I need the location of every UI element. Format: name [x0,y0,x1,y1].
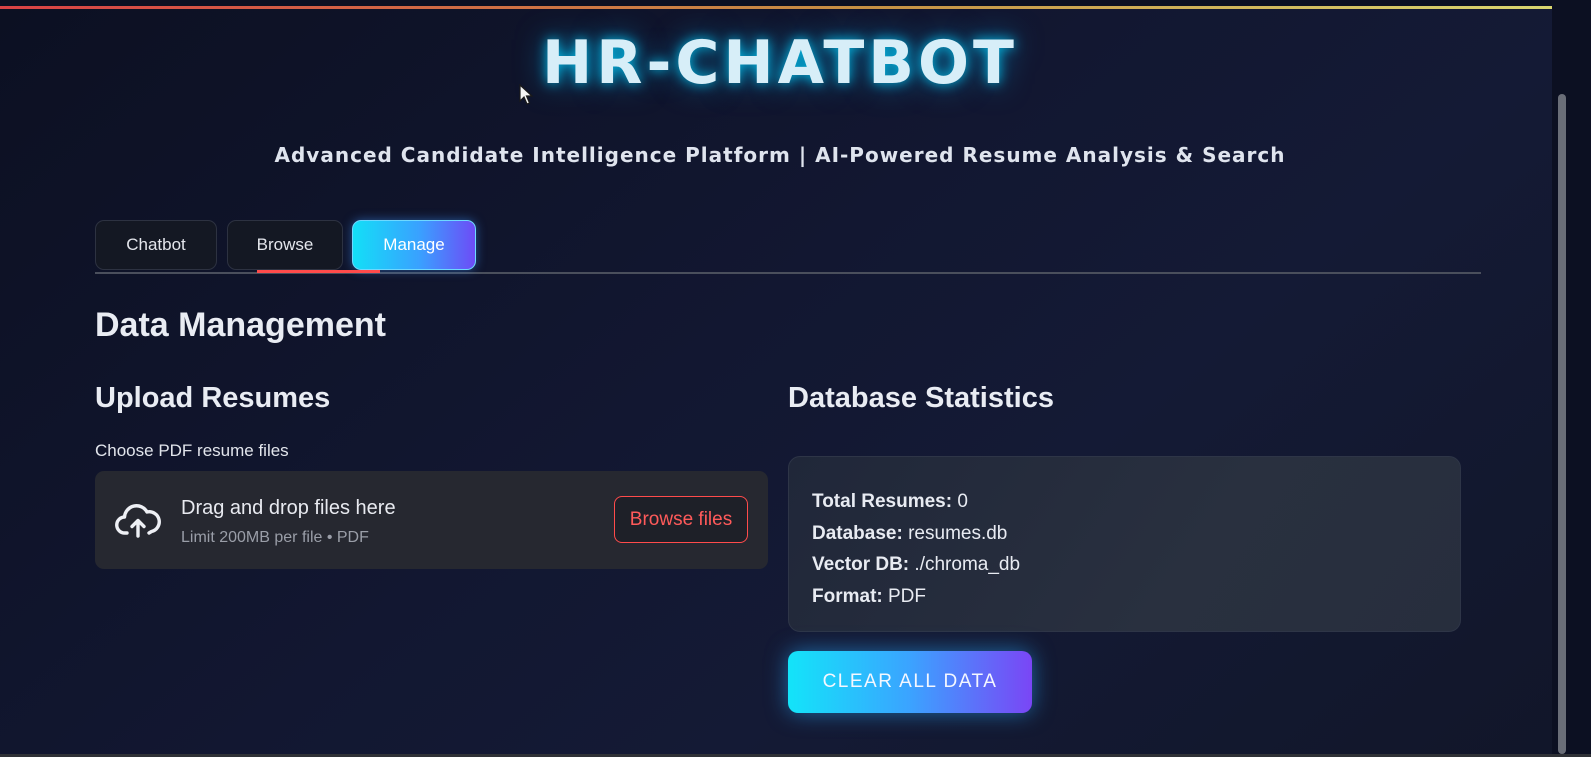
active-tab-indicator [257,270,380,273]
stat-value: PDF [882,585,927,607]
cloud-upload-icon [115,504,161,538]
page-title: Data Management [95,306,386,344]
top-decoration-bar [0,0,1591,9]
app-title: HR-CHATBOT [542,28,1018,98]
file-dropzone[interactable]: Drag and drop files here Limit 200MB per… [95,471,768,569]
stat-label: Format: [812,585,883,607]
stat-vector-db: Vector DB: ./chroma_db [812,549,1460,581]
stat-label: Total Resumes: [812,491,953,512]
database-stats-card: Total Resumes: 0 Database: resumes.db Ve… [788,456,1461,632]
stat-label: Vector DB: [812,554,910,576]
tab-bar: Chatbot Browse Manage [95,220,1481,274]
file-uploader-label: Choose PDF resume files [95,441,289,460]
scrollbar-thumb[interactable] [1558,94,1566,754]
stats-section-title: Database Statistics [788,382,1054,414]
mouse-cursor-icon [519,84,534,105]
dropzone-limit-text: Limit 200MB per file • PDF [181,529,369,546]
browse-files-button[interactable]: Browse files [614,496,748,543]
app-subtitle: Advanced Candidate Intelligence Platform… [274,143,1286,167]
tab-chatbot[interactable]: Chatbot [95,220,217,270]
stat-value: 0 [952,491,968,512]
tab-manage[interactable]: Manage [352,220,476,270]
upload-section-title: Upload Resumes [95,382,331,414]
dropzone-instructions: Drag and drop files here [181,497,396,519]
tab-browse[interactable]: Browse [227,220,343,270]
app-window: HR-CHATBOT Advanced Candidate Intelligen… [0,0,1591,754]
stat-database: Database: resumes.db [812,518,1460,550]
stat-value: ./chroma_db [909,554,1021,576]
stat-label: Database: [812,522,903,544]
stat-value: resumes.db [902,522,1008,544]
stat-format: Format: PDF [812,581,1460,613]
clear-all-data-button[interactable]: CLEAR ALL DATA [788,651,1032,713]
stat-total-resumes: Total Resumes: 0 [812,486,1460,518]
